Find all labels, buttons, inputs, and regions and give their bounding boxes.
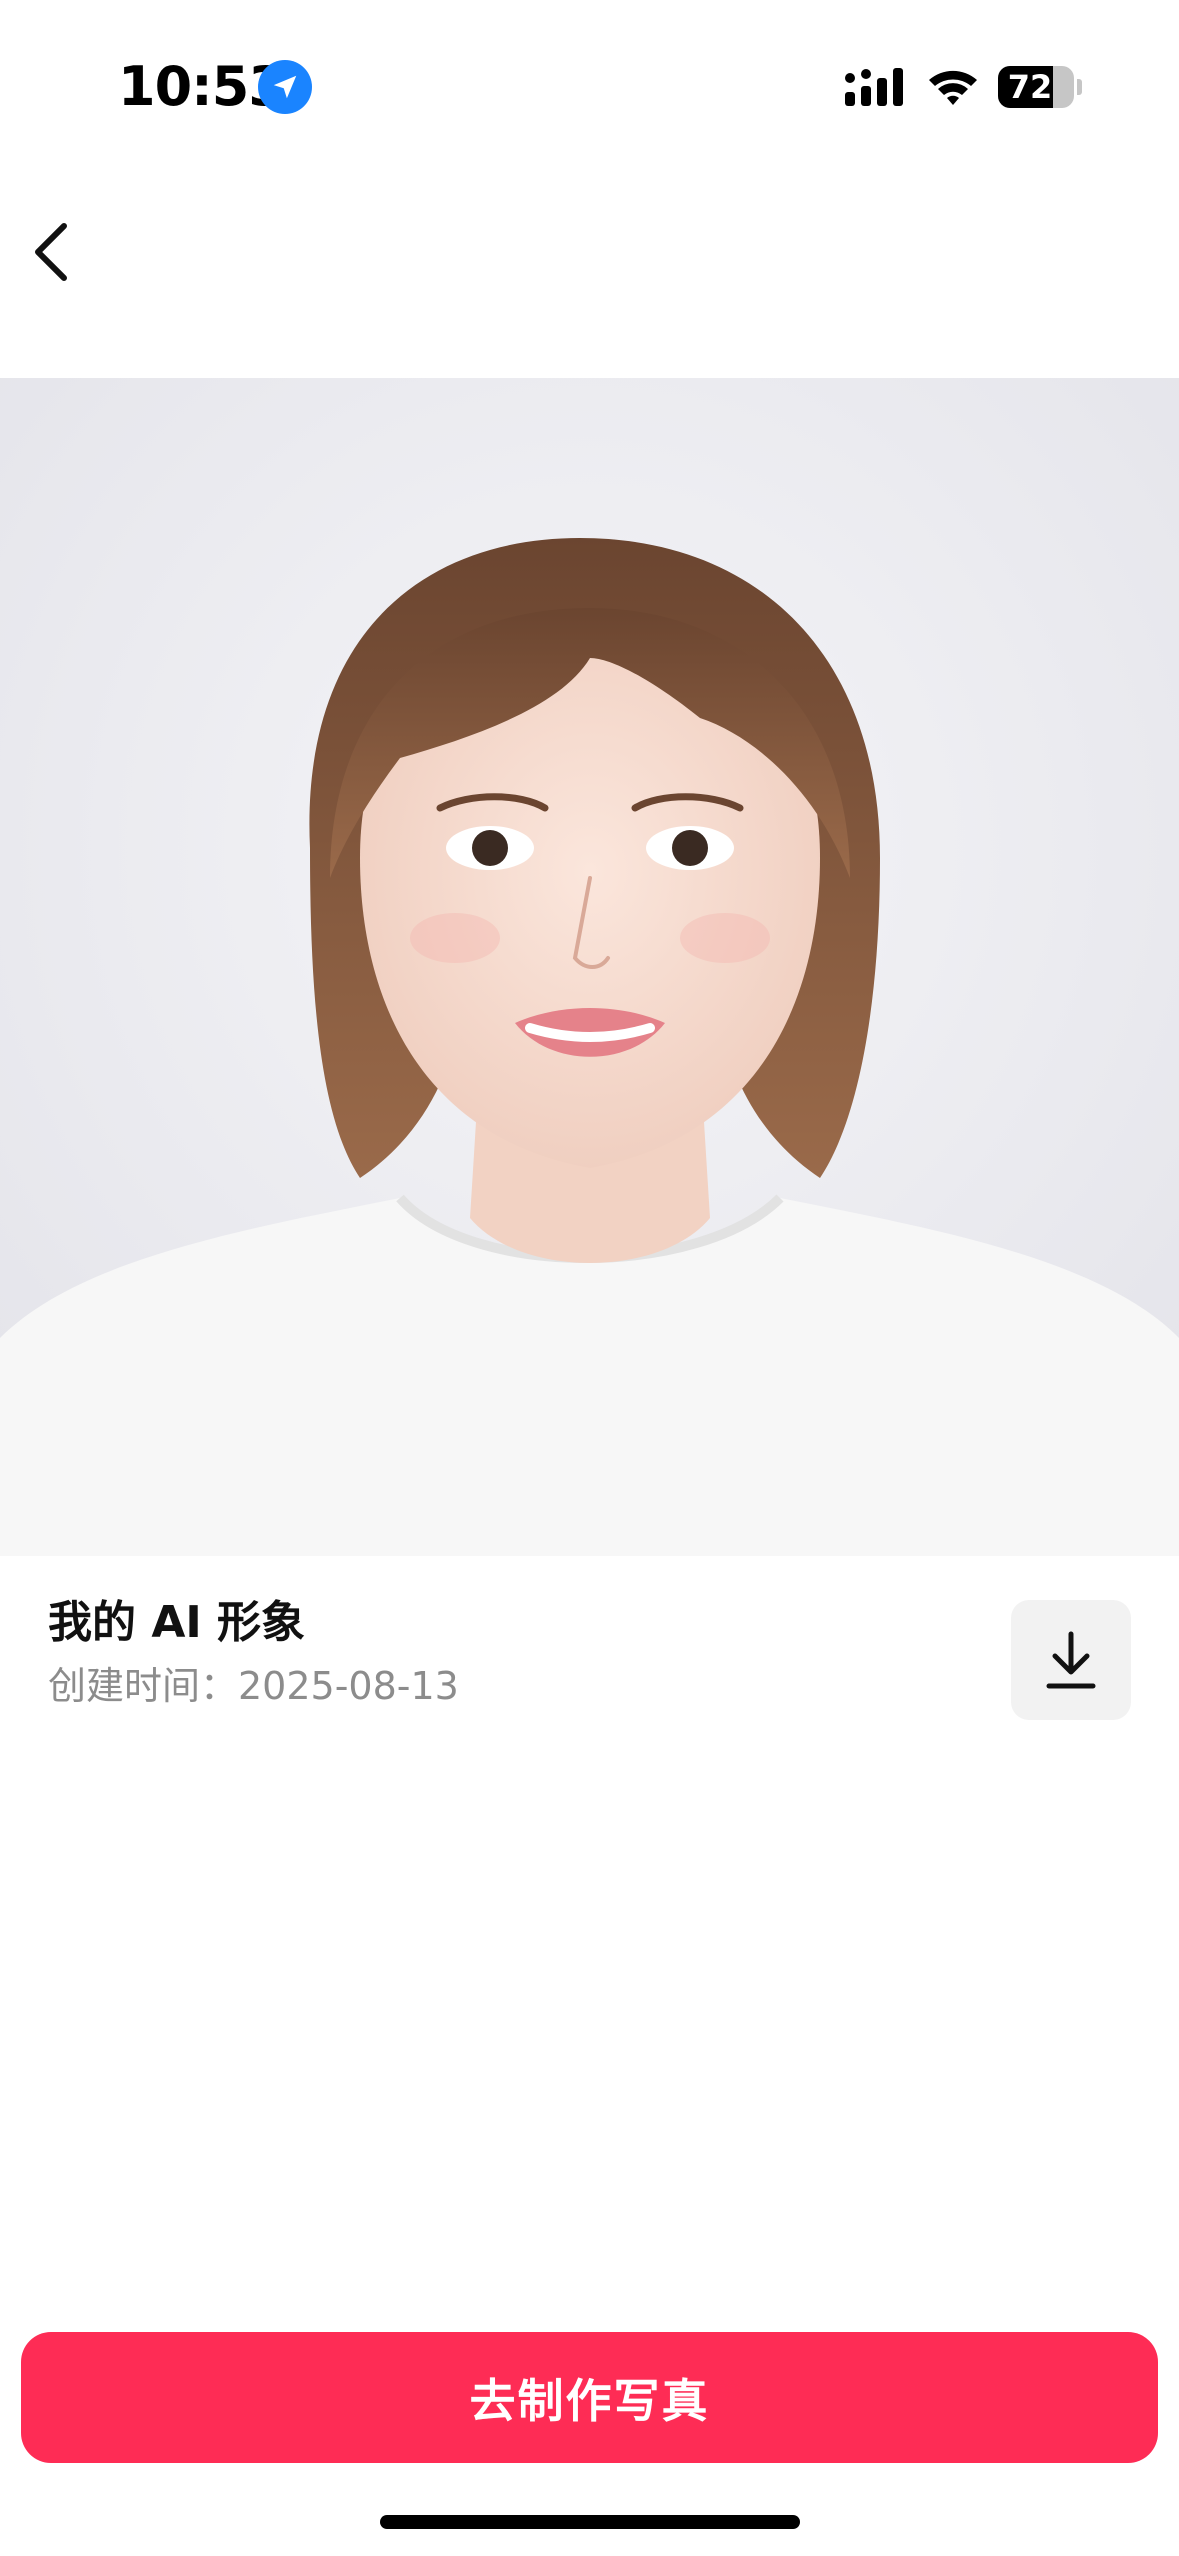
page-title: 我的 AI 形象 [48, 1597, 306, 1648]
make-photo-button[interactable]: 去制作写真 [21, 2332, 1158, 2463]
download-icon [1046, 1631, 1096, 1689]
chevron-left-icon [35, 223, 67, 281]
battery-body: 72 [998, 66, 1074, 108]
ai-portrait-image [0, 378, 1179, 1556]
battery-percent: 72 [1007, 68, 1053, 106]
home-indicator[interactable] [380, 2515, 800, 2529]
location-arrow-icon [258, 60, 312, 114]
battery-icon: 72 [998, 66, 1082, 108]
created-date: 创建时间：2025-08-13 [48, 1664, 459, 1708]
back-button[interactable] [22, 212, 82, 292]
screen: 10:53 72 我的 AI 形象 创建时间：2025-08-13 去制作写真 [0, 0, 1179, 2556]
status-bar: 10:53 72 [0, 0, 1179, 170]
wifi-icon [929, 70, 977, 105]
battery-tip [1077, 79, 1082, 95]
cellular-signal-icon [845, 68, 903, 106]
portrait-illustration [0, 378, 1179, 1556]
download-button[interactable] [1011, 1600, 1131, 1720]
